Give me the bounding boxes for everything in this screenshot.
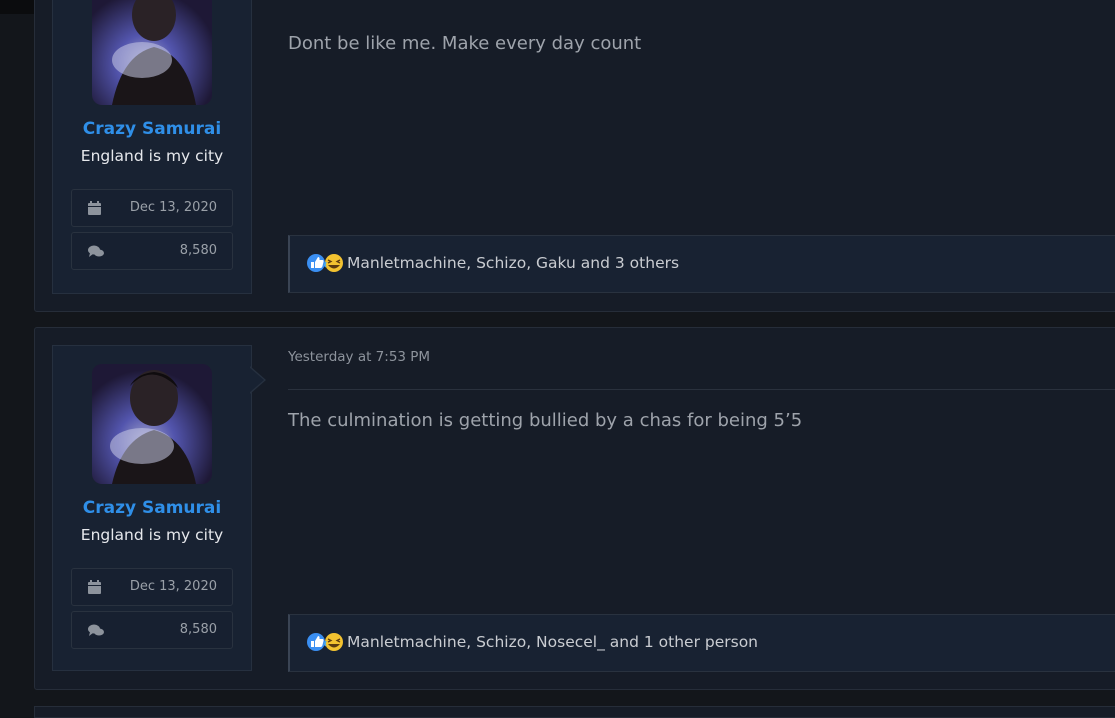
- post-body: The culmination is getting bullied by a …: [288, 410, 803, 431]
- message-count: 8,580: [179, 243, 217, 258]
- avatar[interactable]: [92, 0, 212, 105]
- message-count-stat: 8,580: [71, 611, 233, 649]
- reactions-bar[interactable]: Manletmachine, Schizo, Gaku and 3 others: [288, 235, 1115, 293]
- reactions-list[interactable]: Manletmachine, Schizo, Gaku and 3 others: [347, 254, 679, 272]
- calendar-icon: [88, 579, 101, 598]
- post-date-link[interactable]: Yesterday at 7:53 PM: [288, 349, 430, 365]
- user-info-cell: Crazy Samurai England is my city Dec 13,…: [52, 345, 266, 671]
- post-header-divider: [288, 389, 1115, 390]
- post-body: Dont be like me. Make every day count: [288, 33, 642, 54]
- user-info-cell: Crazy Samurai England is my city Dec 13,…: [52, 0, 252, 294]
- joined-date-stat: Dec 13, 2020: [71, 568, 233, 606]
- avatar[interactable]: [92, 364, 212, 484]
- user-title: England is my city: [80, 526, 224, 544]
- reaction-icons: [306, 253, 346, 275]
- like-icon: [307, 633, 325, 651]
- comments-icon: [88, 622, 104, 641]
- like-icon: [307, 254, 325, 272]
- joined-date: Dec 13, 2020: [129, 200, 217, 215]
- laugh-icon: [324, 633, 343, 651]
- post: Crazy Samurai England is my city Dec 13,…: [34, 0, 1115, 312]
- laugh-icon: [324, 254, 343, 272]
- next-post-edge: [34, 706, 1115, 718]
- user-title: England is my city: [80, 147, 224, 165]
- reactions-list[interactable]: Manletmachine, Schizo, Nosecel_ and 1 ot…: [347, 633, 758, 651]
- reaction-icons: [306, 632, 346, 654]
- reactions-bar[interactable]: Manletmachine, Schizo, Nosecel_ and 1 ot…: [288, 614, 1115, 672]
- username-link[interactable]: Crazy Samurai: [53, 119, 251, 139]
- message-count: 8,580: [179, 622, 217, 637]
- message-count-stat: 8,580: [71, 232, 233, 270]
- username-link[interactable]: Crazy Samurai: [53, 498, 251, 518]
- comments-icon: [88, 243, 104, 262]
- joined-date: Dec 13, 2020: [129, 579, 217, 594]
- post: Crazy Samurai England is my city Dec 13,…: [34, 327, 1115, 690]
- calendar-icon: [88, 200, 101, 219]
- joined-date-stat: Dec 13, 2020: [71, 189, 233, 227]
- user-cell-arrow: [249, 366, 266, 394]
